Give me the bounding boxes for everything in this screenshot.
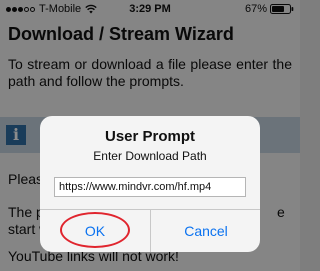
- user-prompt-dialog: User Prompt Enter Download Path OK Cance…: [40, 116, 260, 252]
- dialog-message: Enter Download Path: [93, 149, 207, 163]
- ok-button[interactable]: OK: [40, 210, 150, 252]
- download-path-input[interactable]: [54, 177, 246, 197]
- cancel-button[interactable]: Cancel: [151, 210, 260, 252]
- dialog-title: User Prompt: [104, 128, 196, 145]
